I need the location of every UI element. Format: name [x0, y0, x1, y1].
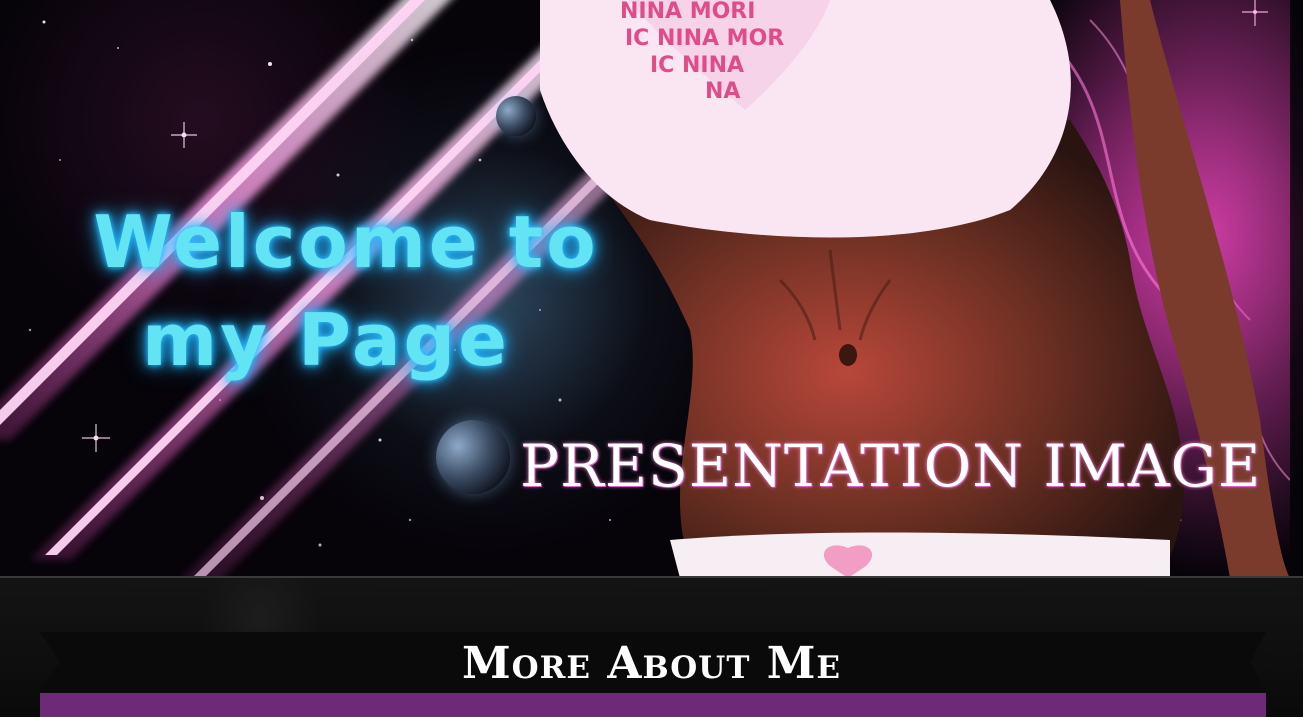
section-content-bar: [40, 693, 1266, 717]
svg-text:IC NINA MOR: IC NINA MOR: [625, 26, 784, 51]
svg-text:NA: NA: [705, 79, 740, 104]
welcome-line-2: my Page: [142, 298, 510, 382]
welcome-heading: Welcome to my Page: [46, 206, 686, 376]
svg-text:IC NINA: IC NINA: [650, 53, 744, 78]
svg-text:NINA MORI: NINA MORI: [620, 0, 755, 24]
welcome-line-1: Welcome to: [93, 200, 599, 284]
hero-banner: NINA MORI IC NINA MOR IC NINA NA Welcome…: [0, 0, 1303, 578]
planet-image: [436, 420, 510, 494]
presentation-image-caption: PRESENTATION IMAGE: [520, 432, 1262, 500]
more-about-me-heading: More About Me: [461, 638, 842, 689]
